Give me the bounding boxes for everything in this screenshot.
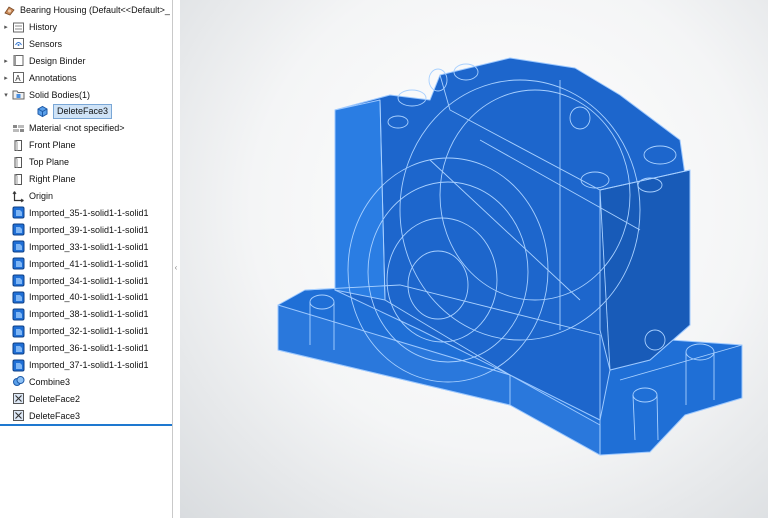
tree-item-deleteface2[interactable]: DeleteFace2 xyxy=(0,391,172,407)
tree-item-label: Sensors xyxy=(29,38,63,49)
tree-item-combine3[interactable]: Combine3 xyxy=(0,374,172,390)
plane-icon xyxy=(12,139,25,152)
expand-arrow-icon[interactable]: ▸ xyxy=(0,23,12,31)
tree-item-label: Imported_38-1-solid1-1-solid1 xyxy=(29,309,149,320)
tree-item-label: History xyxy=(29,22,58,32)
solid-body-icon xyxy=(36,105,49,118)
tree-item-label: Imported_37-1-solid1-1-solid1 xyxy=(29,360,149,370)
expand-arrow-icon[interactable]: ▸ xyxy=(0,74,12,82)
imported-body-icon xyxy=(12,206,25,219)
feature-manager-tree[interactable]: Bearing Housing (Default<<Default>_ ▸ His… xyxy=(0,0,173,518)
tree-item-label: Material <not specified> xyxy=(29,123,125,134)
tree-item-label: Imported_41-1-solid1-1-solid1 xyxy=(29,258,149,269)
tree-item-label: Annotations xyxy=(29,72,77,83)
imported-body-icon xyxy=(12,274,25,287)
imported-body-icon xyxy=(12,308,25,321)
tree-item-sensors[interactable]: Sensors xyxy=(0,36,172,52)
tree-item-label: Imported_36-1-solid1-1-solid1 xyxy=(29,343,149,354)
part-icon xyxy=(3,4,16,17)
plane-icon xyxy=(12,156,25,169)
tree-item-annotations[interactable]: ▸ A Annotations xyxy=(0,70,172,86)
tree-bottom-separator xyxy=(0,424,172,426)
history-icon xyxy=(12,21,25,34)
solid-bodies-folder-icon xyxy=(12,88,25,101)
tree-item-label: Imported_33-1-solid1-1-solid1 xyxy=(29,241,149,252)
delete-face-icon xyxy=(12,392,25,405)
tree-item-right-plane[interactable]: Right Plane xyxy=(0,171,172,187)
tree-item-label: Design Binder xyxy=(29,55,86,66)
tree-root[interactable]: Bearing Housing (Default<<Default>_ xyxy=(0,2,172,18)
graphics-viewport[interactable] xyxy=(180,0,768,518)
bearing-housing-model[interactable] xyxy=(180,0,768,518)
material-icon xyxy=(12,122,25,135)
combine-icon xyxy=(12,375,25,388)
origin-icon xyxy=(12,190,25,203)
tree-item-deleteface3[interactable]: DeleteFace3 xyxy=(0,408,172,424)
tree-item-label: Top Plane xyxy=(29,157,70,168)
tree-item-imported-40-1-solid1-1-solid1[interactable]: Imported_40-1-solid1-1-solid1 xyxy=(0,289,172,305)
tree-item-imported-35-1-solid1-1-solid1[interactable]: Imported_35-1-solid1-1-solid1 xyxy=(0,205,172,221)
imported-body-icon xyxy=(12,342,25,355)
svg-text:A: A xyxy=(15,74,21,83)
tree-item-label: Front Plane xyxy=(29,140,76,151)
panel-splitter-handle[interactable]: ‹ xyxy=(172,258,180,276)
tree-item-solid-bodies-1[interactable]: ▾ Solid Bodies(1) xyxy=(0,87,172,103)
tree-item-label: Origin xyxy=(29,191,54,201)
tree-item-imported-39-1-solid1-1-solid1[interactable]: Imported_39-1-solid1-1-solid1 xyxy=(0,222,172,238)
sensors-icon xyxy=(12,37,25,50)
tree-item-history[interactable]: ▸ History xyxy=(0,19,172,35)
tree-item-label: Imported_34-1-solid1-1-solid1 xyxy=(29,275,149,286)
tree-item-material-not-specified[interactable]: Material <not specified> xyxy=(0,120,172,136)
tree-item-label: Imported_39-1-solid1-1-solid1 xyxy=(29,224,149,235)
design-binder-icon xyxy=(12,54,25,67)
imported-body-icon xyxy=(12,240,25,253)
tree-item-top-plane[interactable]: Top Plane xyxy=(0,154,172,170)
delete-face-icon xyxy=(12,409,25,422)
imported-body-icon xyxy=(12,325,25,338)
tree-item-label: Imported_40-1-solid1-1-solid1 xyxy=(29,292,149,303)
tree-item-label: Imported_32-1-solid1-1-solid1 xyxy=(29,326,149,337)
tree-item-imported-41-1-solid1-1-solid1[interactable]: Imported_41-1-solid1-1-solid1 xyxy=(0,256,172,272)
tree-item-imported-34-1-solid1-1-solid1[interactable]: Imported_34-1-solid1-1-solid1 xyxy=(0,273,172,289)
imported-body-icon xyxy=(12,291,25,304)
imported-body-icon xyxy=(12,359,25,372)
tree-item-label: DeleteFace3 xyxy=(53,104,113,119)
tree-item-imported-33-1-solid1-1-solid1[interactable]: Imported_33-1-solid1-1-solid1 xyxy=(0,239,172,255)
tree-item-label: Imported_35-1-solid1-1-solid1 xyxy=(29,207,149,218)
plane-icon xyxy=(12,173,25,186)
collapse-arrow-icon[interactable]: ▾ xyxy=(0,91,12,99)
tree-root-label: Bearing Housing (Default<<Default>_ xyxy=(20,5,170,15)
tree-item-imported-37-1-solid1-1-solid1[interactable]: Imported_37-1-solid1-1-solid1 xyxy=(0,357,172,373)
tree-item-label: Combine3 xyxy=(29,376,71,387)
tree-item-imported-32-1-solid1-1-solid1[interactable]: Imported_32-1-solid1-1-solid1 xyxy=(0,323,172,339)
tree-item-imported-38-1-solid1-1-solid1[interactable]: Imported_38-1-solid1-1-solid1 xyxy=(0,306,172,322)
imported-body-icon xyxy=(12,223,25,236)
expand-arrow-icon[interactable]: ▸ xyxy=(0,57,12,65)
tree-item-deleteface3[interactable]: DeleteFace3 xyxy=(0,104,172,120)
annotations-icon: A xyxy=(12,71,25,84)
tree-item-label: DeleteFace3 xyxy=(29,410,81,421)
tree-item-imported-36-1-solid1-1-solid1[interactable]: Imported_36-1-solid1-1-solid1 xyxy=(0,340,172,356)
tree-item-label: DeleteFace2 xyxy=(29,393,81,404)
tree-item-front-plane[interactable]: Front Plane xyxy=(0,137,172,153)
tree-item-label: Solid Bodies(1) xyxy=(29,89,91,100)
tree-item-label: Right Plane xyxy=(29,174,76,185)
tree-item-design-binder[interactable]: ▸ Design Binder xyxy=(0,53,172,69)
imported-body-icon xyxy=(12,257,25,270)
tree-item-origin[interactable]: Origin xyxy=(0,188,172,204)
